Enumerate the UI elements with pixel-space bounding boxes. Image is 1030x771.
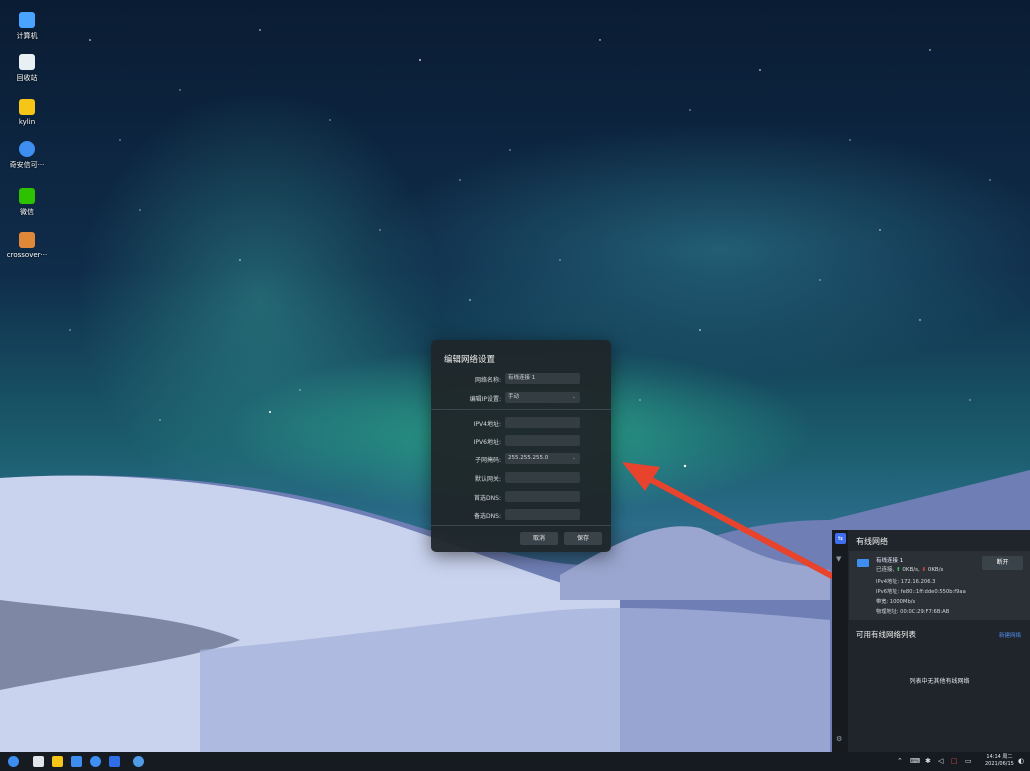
network-type-rail: ⇆ ▼ ⚙ [832,530,848,752]
settings-icon[interactable]: ⚙ [836,735,842,743]
desktop-icon-label: 微信 [20,208,34,216]
disconnect-button[interactable]: 断开 [982,556,1023,570]
ipv4-field[interactable] [505,417,580,428]
available-networks-title: 可用有线网络列表 [856,630,916,639]
taskbar: ⌃ ⌨ ✱ ◁ □ ▭ 14:14 周二 2021/06/15 ◐ [0,752,1030,771]
dns1-field[interactable] [505,491,580,502]
bandwidth-info: 带宽: 1000Mb/s [876,599,916,605]
chevron-down-icon: ⌄ [571,394,576,400]
trash-icon [19,54,35,70]
ipv6-field[interactable] [505,435,580,446]
dialog-divider [431,409,611,410]
wifi-icon[interactable]: ▼ [836,555,841,563]
keyboard-icon[interactable]: ⌨ [910,757,920,765]
browser-icon [19,141,35,157]
dialog-divider [431,525,611,526]
desktop-icon-label: 计算机 [16,32,38,40]
edit-network-dialog: 编辑网络设置 网络名称: 有线连接 1 编辑IP设置: 手动 ⌄ IPV4地址:… [431,340,611,552]
cancel-button[interactable]: 取消 [520,532,558,545]
file-manager-icon[interactable] [52,756,63,767]
volume-icon[interactable]: ◁ [938,757,943,765]
dns2-label: 备选DNS: [474,513,501,520]
folder-icon [19,99,35,115]
connection-name: 有线连接 1 [876,558,904,564]
dns2-field[interactable] [505,509,580,520]
desktop-icon-browser[interactable]: 奇安信可··· [6,141,48,170]
save-button[interactable]: 保存 [564,532,602,545]
tray-expand-icon[interactable]: ⌃ [897,757,903,765]
ip-setting-label: 编辑IP设置: [469,396,501,403]
download-arrow-icon: ⬇ [921,567,927,573]
desktop-icon-crossover[interactable]: crossover··· [6,232,48,259]
multitask-icon[interactable] [33,756,44,767]
ipv6-label: IPV6地址: [473,439,501,446]
computer-icon [19,12,35,28]
gateway-label: 默认网关: [474,476,501,483]
dialog-title: 编辑网络设置 [444,355,496,365]
notification-icon[interactable]: ▭ [965,757,972,765]
active-connection-card[interactable]: 有线连接 1 已连接, ⬆ 0KB/s, ⬇ 0KB/s 断开 IPv4地址: … [849,551,1030,620]
desktop-icon-label: kylin [18,118,36,126]
desktop-icon-computer[interactable]: 计算机 [6,12,48,41]
browser-icon[interactable] [90,756,101,767]
monitor-icon [857,559,869,567]
subnet-mask-value: 255.255.255.0 [508,455,549,461]
wechat-icon [19,188,35,204]
dns1-label: 首选DNS: [474,495,501,502]
desktop-icon-wechat[interactable]: 微信 [6,188,48,217]
subnet-mask-label: 子网掩码: [474,457,501,464]
crossover-icon [19,232,35,248]
show-desktop-icon[interactable]: ◐ [1018,757,1024,765]
clock[interactable]: 14:14 周二 2021/06/15 [985,754,1014,768]
new-network-link[interactable]: 新建网络 [999,631,1021,639]
gateway-field[interactable] [505,472,580,483]
connection-status: 已连接, ⬆ 0KB/s, ⬇ 0KB/s [876,565,943,573]
wired-network-panel: ⇆ ▼ ⚙ 有线网络 有线连接 1 已连接, ⬆ 0KB/s, ⬇ 0KB/s … [832,530,1030,752]
clock-time: 14:14 周二 [986,754,1013,760]
network-app-icon[interactable] [133,756,144,767]
clock-date: 2021/06/15 [985,761,1014,767]
network-name-label: 网络名称: [474,377,501,384]
download-speed: 0KB/s [927,567,944,573]
ipv4-label: IPV4地址: [473,421,501,428]
upload-speed: 0KB/s, [902,567,920,573]
desktop-icon-label: 奇安信可··· [9,161,45,169]
subnet-mask-select[interactable]: 255.255.255.0 ⌄ [505,453,580,464]
ipv6-info: IPv6地址: fe80::1ff:dde0:550b:f9aa [876,589,966,595]
mac-info: 物理地址: 00:0C:29:F7:6B:AB [876,609,950,615]
empty-list-message: 列表中无其他有线网络 [909,678,970,685]
start-menu-icon[interactable] [8,756,19,767]
wps-writer-icon[interactable] [109,756,120,767]
app-store-icon[interactable] [71,756,82,767]
network-name-field[interactable]: 有线连接 1 [505,373,580,384]
desktop-icon-trash[interactable]: 回收站 [6,54,48,83]
chevron-down-icon: ⌄ [571,455,576,461]
ip-setting-select[interactable]: 手动 ⌄ [505,392,580,403]
wired-network-tab[interactable]: ⇆ [835,533,846,544]
desktop-icon-label: 回收站 [16,74,38,82]
network-tray-icon[interactable]: □ [951,757,958,765]
ip-setting-value: 手动 [508,394,520,400]
panel-title: 有线网络 [856,537,888,546]
status-text: 已连接, [876,567,895,573]
upload-arrow-icon: ⬆ [896,567,901,573]
desktop-icon-kylin[interactable]: kylin [6,99,48,126]
ipv4-info: IPv4地址: 172.16.206.3 [876,579,936,585]
bluetooth-icon[interactable]: ✱ [925,757,931,765]
desktop-icon-label: crossover··· [6,251,48,259]
